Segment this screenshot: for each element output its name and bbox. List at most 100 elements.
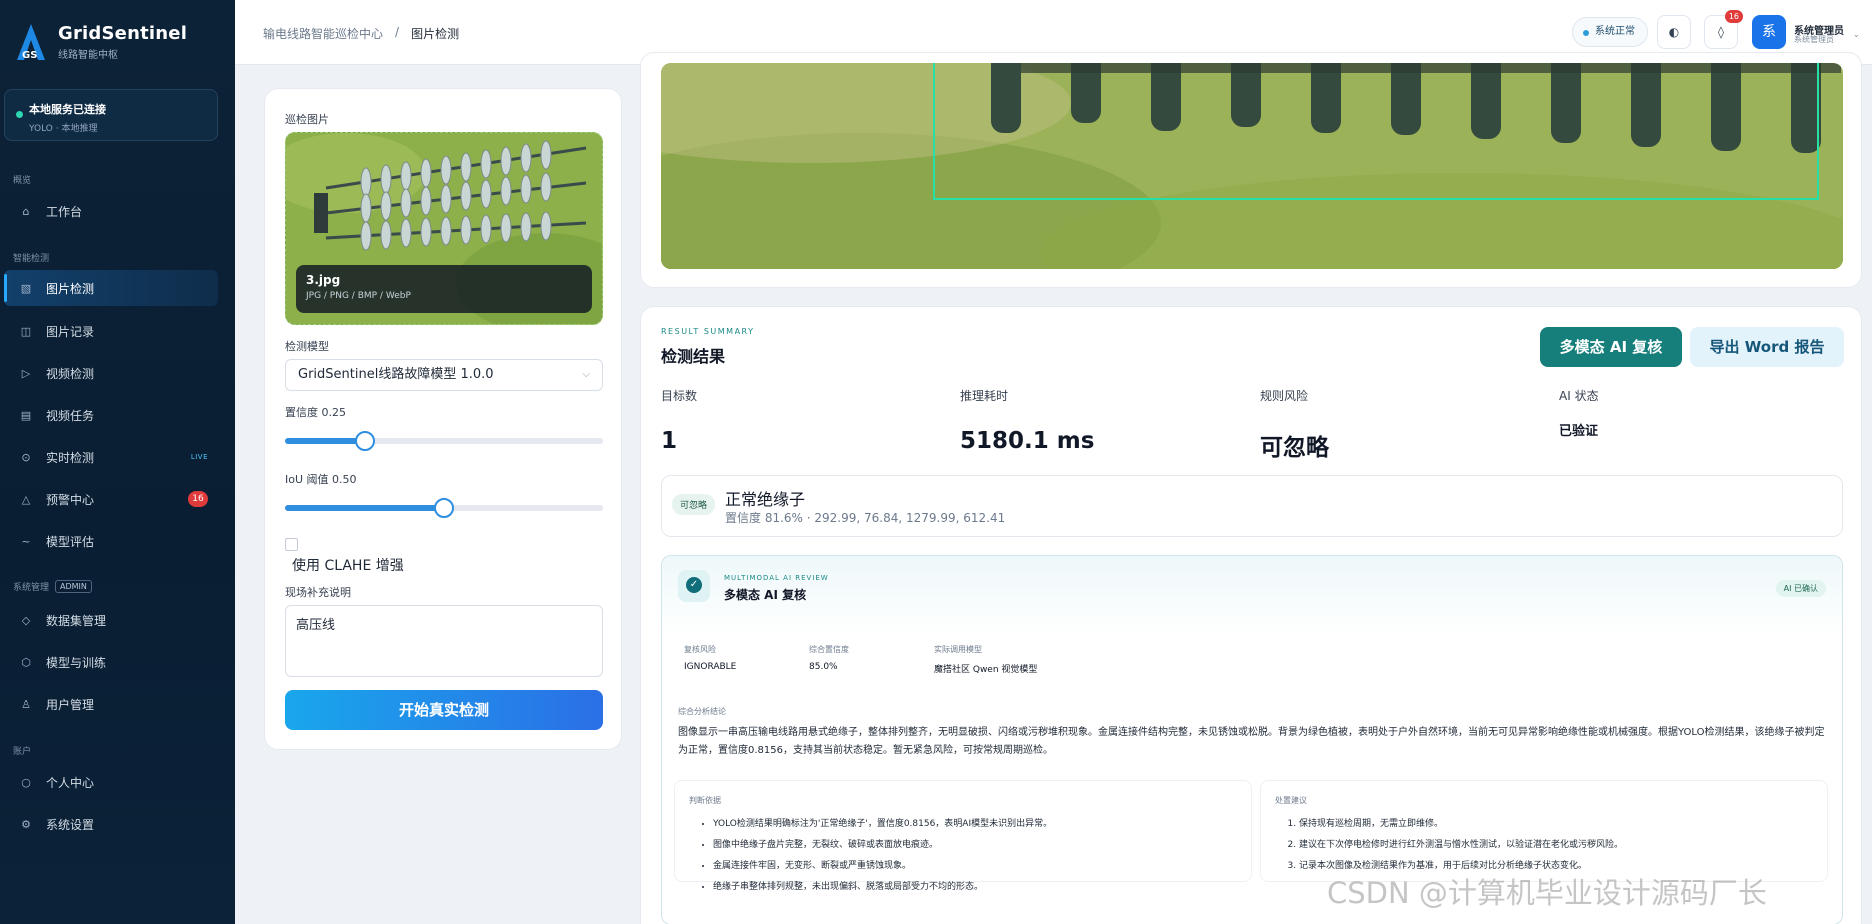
nav-item-realtime-detect[interactable]: ⊙ 实时检测 LIVE: [4, 439, 218, 475]
theme-icon: ◐: [1668, 25, 1680, 39]
nav-item-user-mgmt[interactable]: ♙ 用户管理: [4, 686, 218, 722]
breadcrumb-current: 图片检测: [411, 27, 460, 41]
user-role: 系统管理员: [1794, 35, 1834, 44]
result-eyebrow: RESULT SUMMARY: [661, 327, 755, 336]
service-status-title: 本地服务已连接: [29, 103, 106, 116]
note-label: 现场补充说明: [285, 586, 351, 599]
export-word-button[interactable]: 导出 Word 报告: [1690, 327, 1844, 367]
note-textarea[interactable]: 高压线: [285, 605, 603, 677]
detection-bounding-box: [933, 63, 1819, 200]
alert-count-badge: 16: [188, 491, 208, 507]
stat-rule-risk: 规则风险 可忽略: [1260, 389, 1329, 461]
evidence-label: 判断依据: [689, 796, 721, 805]
warning-icon: △: [21, 492, 31, 506]
list-item: 保持现有巡检周期，无需立即维修。: [1299, 814, 1813, 835]
ai-review-title: 多模态 AI 复核: [724, 588, 807, 602]
user-icon: ♙: [21, 697, 31, 711]
ai-field-model: 实际调用模型 魔搭社区 Qwen 视觉模型: [924, 636, 1828, 684]
confidence-slider[interactable]: [285, 431, 603, 451]
detection-detail: 置信度 81.6% · 292.99, 76.84, 1279.99, 612.…: [725, 511, 1006, 525]
risk-tag: 可忽略: [672, 494, 716, 515]
nav-item-alert-center[interactable]: △ 预警中心 16: [4, 481, 218, 517]
nav-item-profile[interactable]: ○ 个人中心: [4, 764, 218, 800]
svg-text:GS: GS: [22, 50, 37, 61]
file-types: JPG / PNG / BMP / WebP: [306, 291, 411, 301]
clahe-checkbox[interactable]: [285, 538, 298, 551]
records-icon: ◫: [20, 324, 32, 338]
admin-badge: ADMIN: [55, 580, 92, 593]
nav-item-dataset-mgmt[interactable]: ◇ 数据集管理: [4, 602, 218, 638]
nav-item-settings[interactable]: ⚙ 系统设置: [4, 806, 218, 842]
iou-slider[interactable]: [285, 498, 603, 518]
image-icon: ▧: [20, 281, 32, 295]
service-status-subtitle: YOLO · 本地推理: [29, 124, 98, 134]
confidence-slider-handle[interactable]: [355, 431, 375, 451]
ai-confirmed-badge: AI 已确认: [1775, 580, 1826, 597]
evidence-list: YOLO检测结果明确标注为'正常绝缘子'，置信度0.8156，表明AI模型未识别…: [689, 814, 1237, 898]
list-item: YOLO检测结果明确标注为'正常绝缘子'，置信度0.8156，表明AI模型未识别…: [713, 814, 1237, 835]
chevron-down-icon[interactable]: ⌄: [1853, 30, 1860, 39]
system-status-badge: 系统正常: [1572, 17, 1648, 47]
iou-slider-fill: [285, 505, 444, 511]
avatar[interactable]: 系: [1752, 15, 1786, 49]
stat-target-count: 目标数 1: [661, 389, 698, 454]
model-select[interactable]: GridSentinel线路故障模型 1.0.0 ⌵: [285, 359, 603, 391]
nav-item-model-eval[interactable]: ~ 模型评估: [4, 523, 218, 559]
notification-button[interactable]: ◊ 16: [1704, 10, 1743, 49]
start-detect-button[interactable]: 开始真实检测: [285, 690, 603, 730]
advice-list: 保持现有巡检周期，无需立即维修。 建议在下次停电检修时进行红外测温与憎水性测试，…: [1275, 814, 1813, 877]
live-tag: LIVE: [190, 453, 208, 461]
summary-label: 综合分析结论: [678, 707, 726, 716]
nav-item-image-detect[interactable]: ▧ 图片检测: [4, 270, 218, 306]
brand-logo-icon: GS: [14, 22, 48, 62]
iou-slider-handle[interactable]: [434, 498, 454, 518]
iou-label: IoU 阈值 0.50: [285, 473, 357, 486]
advice-card: 处置建议 保持现有巡检周期，无需立即维修。 建议在下次停电检修时进行红外测温与憎…: [1260, 780, 1828, 882]
list-item: 建议在下次停电检修时进行红外测温与憎水性测试，以验证潜在老化或污秽风险。: [1299, 835, 1813, 856]
detection-row[interactable]: 可忽略 正常绝缘子 置信度 81.6% · 292.99, 76.84, 127…: [661, 475, 1843, 537]
detection-image[interactable]: [661, 63, 1843, 269]
image-preview[interactable]: 3.jpg JPG / PNG / BMP / WebP: [285, 132, 603, 325]
detection-image-card: [640, 52, 1862, 288]
evidence-card: 判断依据 YOLO检测结果明确标注为'正常绝缘子'，置信度0.8156，表明AI…: [674, 780, 1252, 892]
confidence-slider-fill: [285, 438, 365, 444]
detect-config-panel: 巡检图片 3.jpg JPG / PNG / BMP / WebP 检测模型 G…: [264, 88, 622, 750]
breadcrumb: 输电线路智能巡检中心 / 图片检测: [263, 25, 459, 42]
service-status-dot-icon: [16, 111, 23, 118]
clahe-label[interactable]: 使用 CLAHE 增强: [292, 555, 404, 575]
breadcrumb-root[interactable]: 输电线路智能巡检中心: [263, 25, 383, 42]
cube-icon: ⬡: [21, 655, 31, 669]
nav-section-account: 账户: [13, 747, 32, 757]
nav-item-video-detect[interactable]: ▷ 视频检测: [4, 355, 218, 391]
home-icon: ⌂: [22, 204, 30, 218]
brand-title: GridSentinel: [58, 23, 188, 44]
task-list-icon: ▤: [20, 408, 32, 422]
ai-field-risk: 复核风险 IGNORABLE: [674, 636, 792, 684]
advice-label: 处置建议: [1275, 796, 1307, 805]
nav-item-video-tasks[interactable]: ▤ 视频任务: [4, 397, 218, 433]
nav-item-model-training[interactable]: ⬡ 模型与训练: [4, 644, 218, 680]
result-card: RESULT SUMMARY 检测结果 多模态 AI 复核 导出 Word 报告…: [640, 306, 1862, 924]
nav-section-system: 系统管理 ADMIN: [13, 580, 92, 593]
ai-review-panel: MULTIMODAL AI REVIEW 多模态 AI 复核 AI 已确认 复核…: [661, 555, 1843, 924]
nav-section-detect: 智能检测: [13, 254, 50, 264]
result-title: 检测结果: [661, 347, 726, 366]
service-status-card: 本地服务已连接 YOLO · 本地推理: [4, 89, 218, 141]
ai-review-button[interactable]: 多模态 AI 复核: [1540, 327, 1682, 367]
watermark: CSDN @计算机毕业设计源码厂长: [1327, 876, 1767, 910]
detection-name: 正常绝缘子: [725, 490, 806, 509]
nav-item-workbench[interactable]: ⌂ 工作台: [4, 193, 218, 229]
chevron-down-icon: ⌵: [582, 369, 590, 380]
stat-inference-time: 推理耗时 5180.1 ms: [960, 389, 1095, 454]
brand[interactable]: GS GridSentinel 线路智能中枢: [14, 22, 187, 62]
theme-toggle-button[interactable]: ◐: [1657, 15, 1691, 49]
brand-subtitle: 线路智能中枢: [58, 50, 118, 61]
target-icon: ⊙: [21, 450, 31, 464]
play-icon: ▷: [21, 366, 31, 380]
ai-review-eyebrow: MULTIMODAL AI REVIEW: [724, 574, 829, 582]
bell-icon: ◊: [1718, 25, 1724, 39]
nav-item-image-records[interactable]: ◫ 图片记录: [4, 313, 218, 349]
summary-text: 图像显示一串高压输电线路用悬式绝缘子，整体排列整齐，无明显破损、闪络或污秽堆积现…: [678, 727, 1825, 756]
profile-icon: ○: [21, 775, 31, 789]
list-item: 绝缘子串整体排列规整，未出现偏斜、脱落或局部受力不均的形态。: [713, 877, 1237, 898]
